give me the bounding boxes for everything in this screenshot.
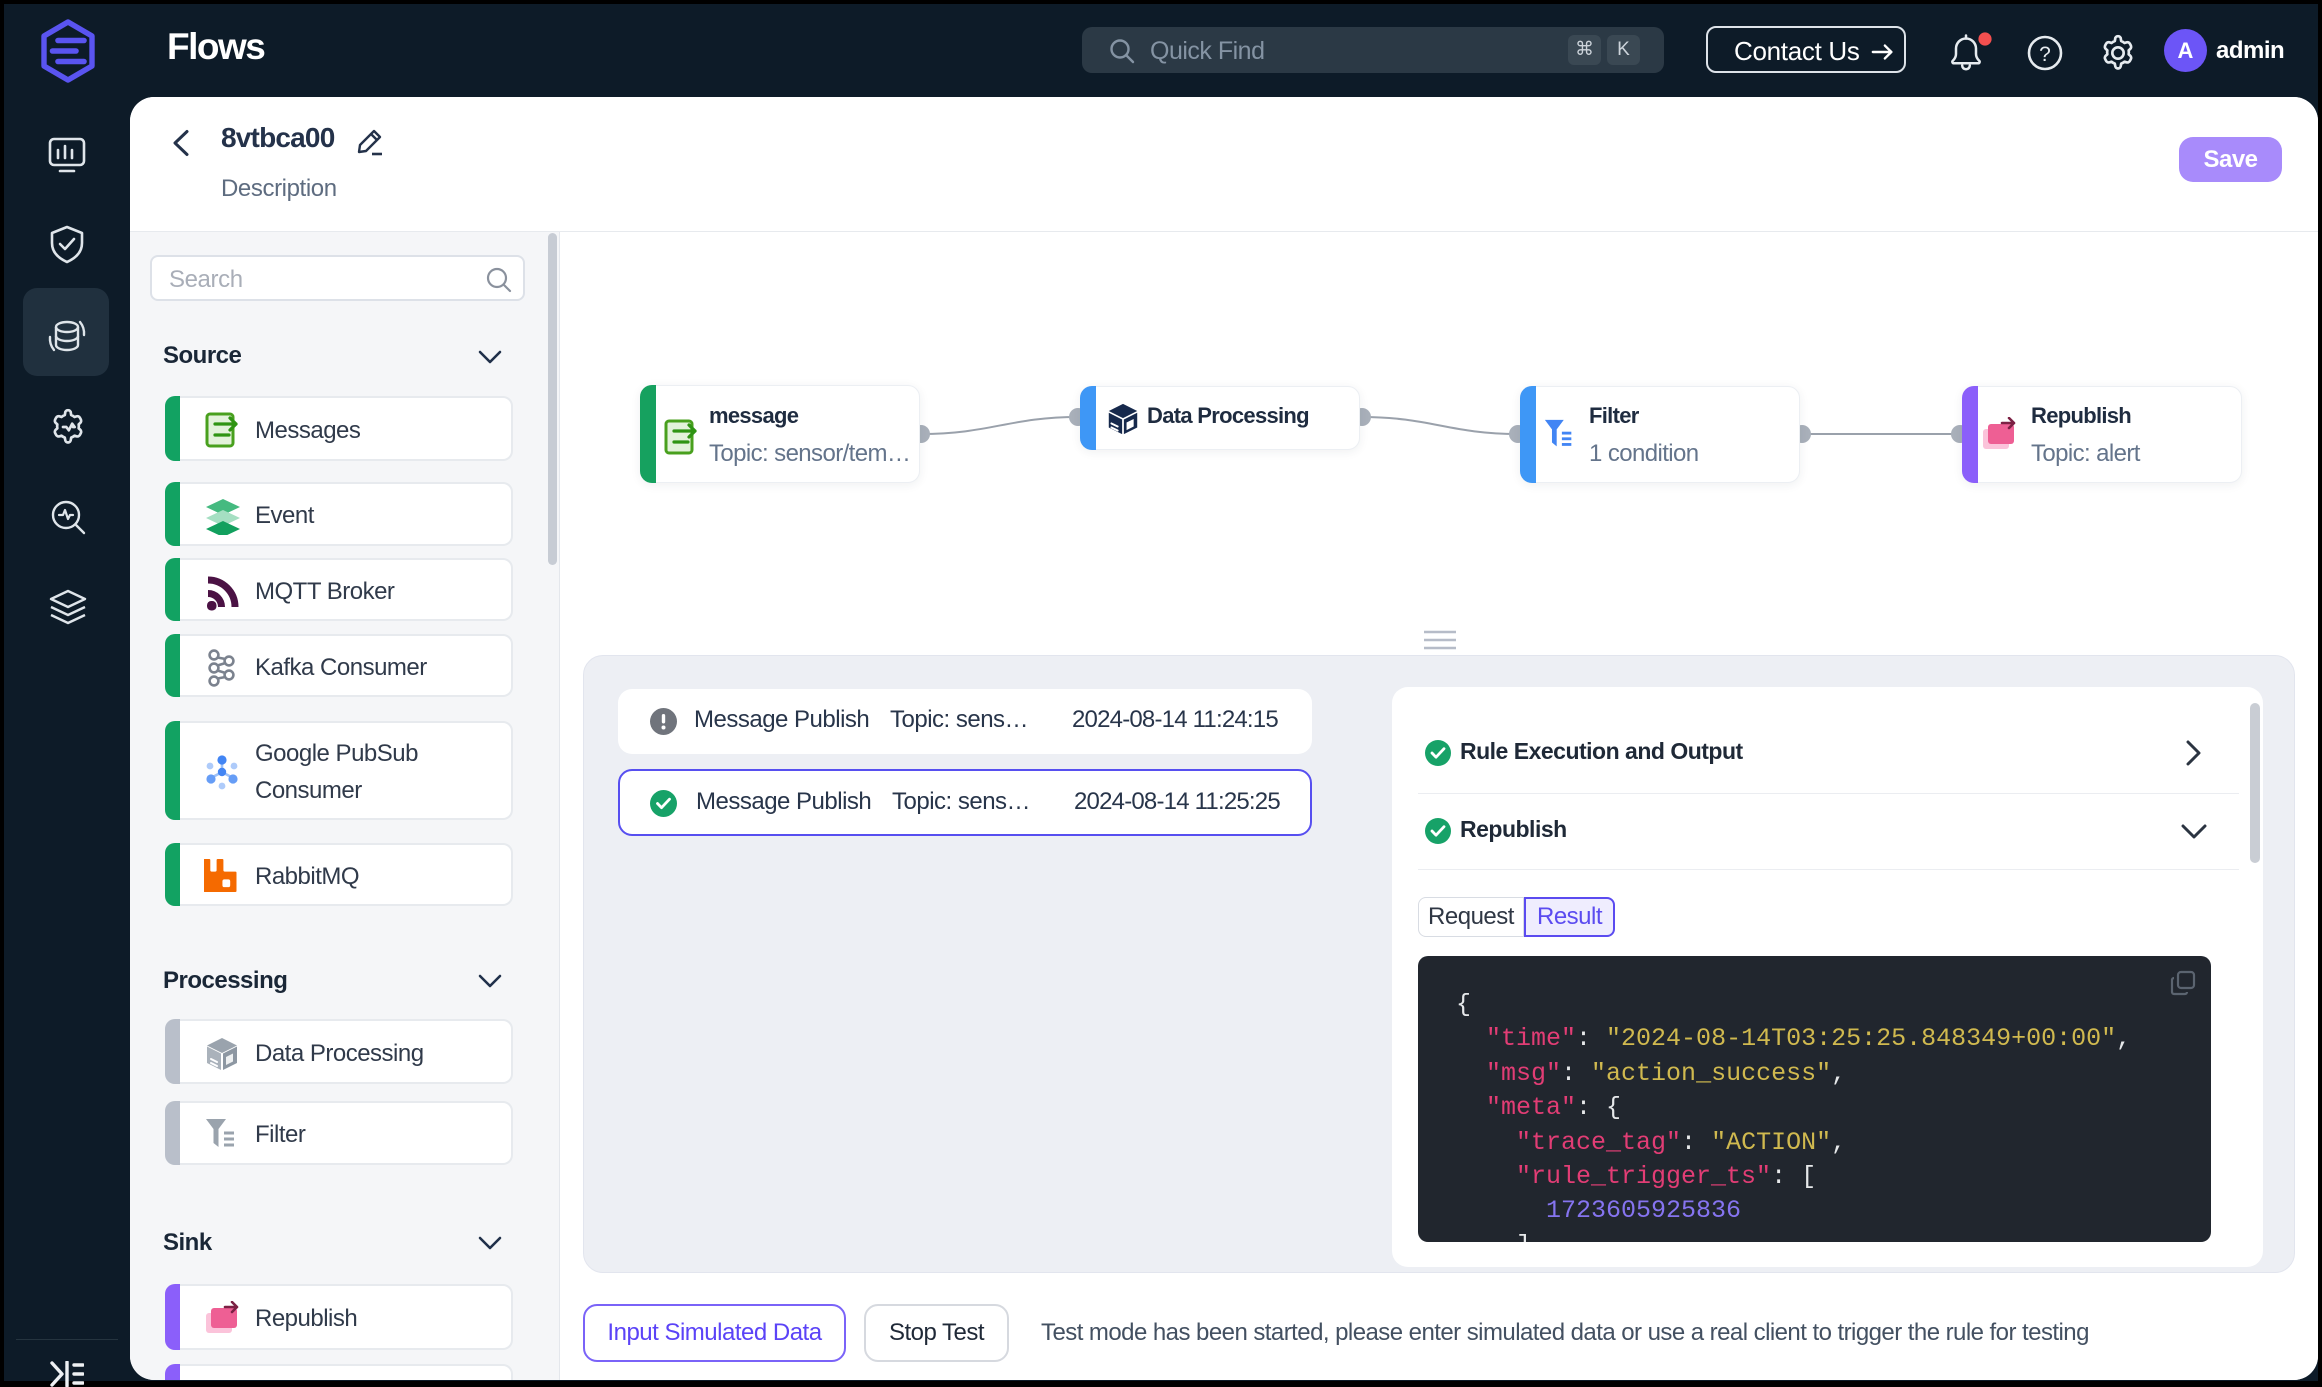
svg-text:?: ? <box>2039 43 2051 66</box>
